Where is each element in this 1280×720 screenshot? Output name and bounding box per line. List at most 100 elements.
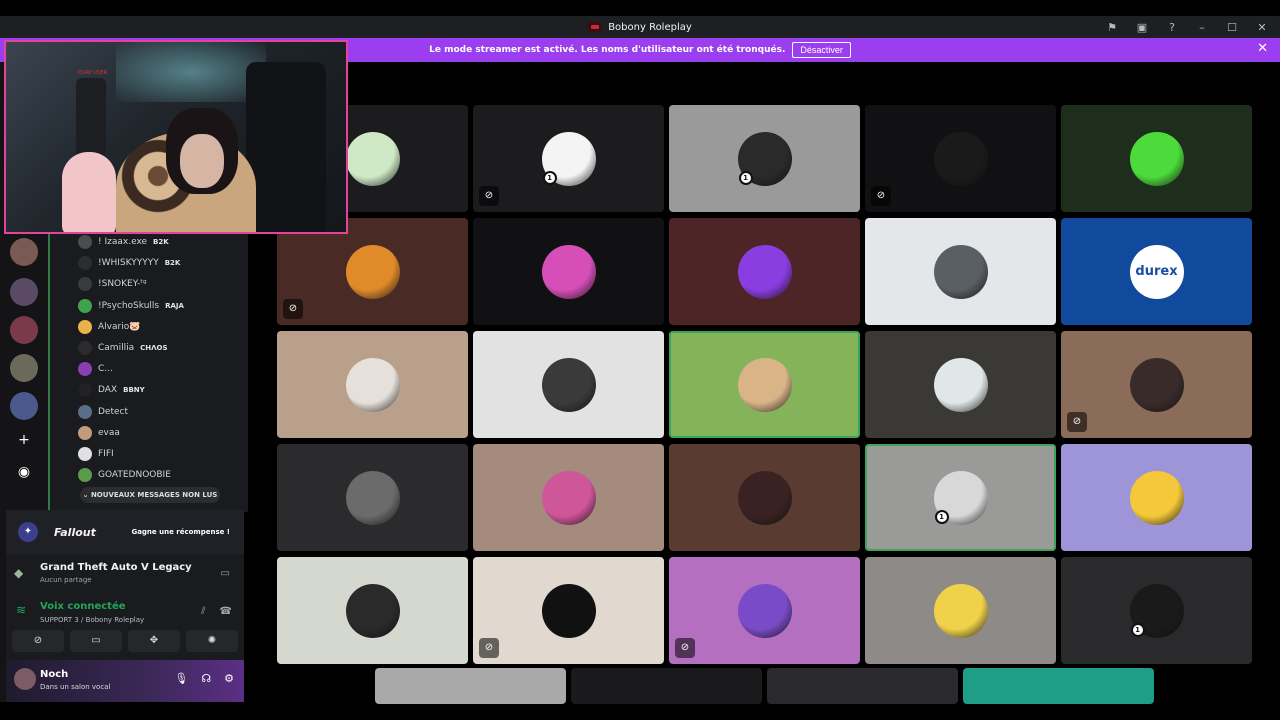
nitro-promo[interactable]: ✦ Fallout Gagne une récompense ! — [6, 510, 244, 554]
camera-off-button[interactable]: ⊘ — [12, 630, 64, 652]
participant-tile[interactable]: ⊘ — [1061, 331, 1252, 438]
participant-tile[interactable] — [963, 668, 1154, 704]
participant-tile[interactable]: durex — [1061, 218, 1252, 325]
muted-mic-icon: ⊘ — [283, 299, 303, 319]
participant-tile[interactable] — [1061, 105, 1252, 212]
member-row[interactable]: DAX BBNY — [78, 380, 145, 400]
participant-avatar — [541, 470, 596, 525]
participant-tile[interactable]: 1 — [865, 444, 1056, 551]
participant-tile[interactable] — [277, 331, 468, 438]
participant-tile[interactable]: ⊘ — [473, 557, 664, 664]
minimize-button[interactable]: – — [1194, 21, 1210, 34]
participant-tile[interactable] — [865, 557, 1056, 664]
participant-avatar — [1129, 131, 1184, 186]
participant-tile[interactable] — [473, 218, 664, 325]
member-name: Detect — [98, 406, 129, 417]
participant-tile[interactable]: ⊘ — [277, 218, 468, 325]
settings-gear-icon[interactable]: ⚙ — [224, 672, 234, 685]
server-folder-4[interactable] — [10, 392, 38, 420]
member-row[interactable]: GOATEDNOOBIE — [78, 465, 171, 485]
discover-icon[interactable]: ◉ — [14, 462, 34, 482]
headphones-icon[interactable]: ☊ — [201, 672, 211, 685]
share-screen-icon[interactable]: ▭ — [221, 568, 230, 579]
participant-tile[interactable] — [767, 668, 958, 704]
participant-tile[interactable] — [669, 444, 860, 551]
avatar-decoration-icon: 1 — [1130, 622, 1145, 637]
participant-tile[interactable] — [865, 331, 1056, 438]
member-avatar — [78, 277, 92, 292]
voice-action-buttons: ⊘ ▭ ✥ ✺ — [12, 630, 238, 652]
webcam-label: DURP USER — [78, 70, 108, 76]
username: Noch — [40, 669, 69, 680]
soundboard-button[interactable]: ✺ — [186, 630, 238, 652]
member-row[interactable]: Alvario🐷 — [78, 317, 140, 337]
participant-avatar — [737, 244, 792, 299]
close-window-button[interactable]: ✕ — [1254, 21, 1270, 34]
participant-tile[interactable]: 1 — [669, 105, 860, 212]
member-row[interactable]: FIFI — [78, 444, 114, 464]
member-name: !SNOKEY-ᵗᵍ — [98, 279, 147, 290]
member-clan-tag: CHΛOS — [140, 344, 168, 352]
disconnect-icon[interactable]: ☎ — [220, 606, 232, 617]
member-avatar — [78, 256, 92, 271]
member-row[interactable]: ! Izaax.exe B2K — [78, 232, 169, 252]
participant-tile[interactable] — [277, 444, 468, 551]
member-row[interactable]: C... — [78, 359, 113, 379]
member-row[interactable]: Camillia CHΛOS — [78, 338, 168, 358]
inbox-flag-icon[interactable]: ⚑ — [1104, 21, 1120, 34]
activities-button[interactable]: ✥ — [128, 630, 180, 652]
server-folder-3[interactable] — [10, 354, 38, 382]
member-name: !PsychoSkulls — [98, 300, 160, 311]
participant-avatar — [933, 244, 988, 299]
participant-avatar — [933, 357, 988, 412]
participant-tile[interactable] — [375, 668, 566, 704]
member-name: ! Izaax.exe — [98, 237, 148, 247]
participant-tile[interactable] — [277, 557, 468, 664]
participant-tile[interactable] — [1061, 444, 1252, 551]
server-folder-1[interactable] — [10, 278, 38, 306]
screen-share-button[interactable]: ▭ — [70, 630, 122, 652]
member-avatar — [78, 468, 92, 483]
voice-status: Voix connectée — [40, 601, 126, 612]
member-row[interactable]: !PsychoSkulls RAJA — [78, 296, 184, 316]
participant-avatar — [345, 357, 400, 412]
microphone-icon[interactable]: 🎙 — [174, 672, 188, 685]
participant-tile[interactable]: 1 — [1061, 557, 1252, 664]
member-avatar — [78, 425, 92, 440]
member-avatar — [78, 362, 92, 377]
participant-tile[interactable] — [473, 444, 664, 551]
game-subtitle: Aucun partage — [40, 576, 92, 584]
participant-avatar — [933, 131, 988, 186]
member-clan-tag: RAJA — [165, 301, 184, 310]
participant-tile[interactable] — [473, 331, 664, 438]
participant-tile[interactable]: 1 ⊘ — [473, 105, 664, 212]
participant-tile[interactable] — [865, 218, 1056, 325]
participant-tile[interactable] — [571, 668, 762, 704]
server-icon-1[interactable] — [10, 238, 38, 266]
participant-tile[interactable] — [669, 331, 860, 438]
participant-tile[interactable]: ⊘ — [865, 105, 1056, 212]
user-avatar[interactable] — [14, 668, 36, 690]
close-banner-icon[interactable]: ✕ — [1257, 41, 1268, 56]
member-row[interactable]: Detect — [78, 402, 128, 422]
promo-game-logo: Fallout — [54, 525, 96, 539]
member-name: !WHISKYYYYY — [98, 258, 159, 269]
participant-tile[interactable] — [669, 218, 860, 325]
add-server-icon[interactable]: + — [14, 430, 34, 450]
maximize-button[interactable]: ☐ — [1224, 21, 1240, 34]
noise-suppression-icon[interactable]: ⫽ — [201, 606, 205, 617]
inbox-icon[interactable]: ▣ — [1134, 21, 1150, 34]
help-icon[interactable]: ? — [1164, 21, 1180, 34]
member-avatar — [78, 383, 92, 398]
member-row[interactable]: evaa — [78, 423, 120, 443]
disable-streamer-mode-button[interactable]: Désactiver — [792, 42, 851, 58]
bottom-panel: ✦ Fallout Gagne une récompense ! ◆ Grand… — [6, 510, 244, 702]
new-unread-messages-button[interactable]: ⌄ NOUVEAUX MESSAGES NON LUS — [80, 487, 220, 503]
participant-avatar — [541, 244, 596, 299]
member-row[interactable]: !WHISKYYYYY B2K — [78, 253, 180, 273]
member-row[interactable]: !SNOKEY-ᵗᵍ — [78, 274, 147, 294]
participant-tile[interactable]: ⊘ — [669, 557, 860, 664]
participant-avatar — [1129, 470, 1184, 525]
server-folder-2[interactable] — [10, 316, 38, 344]
member-avatar — [78, 319, 92, 334]
